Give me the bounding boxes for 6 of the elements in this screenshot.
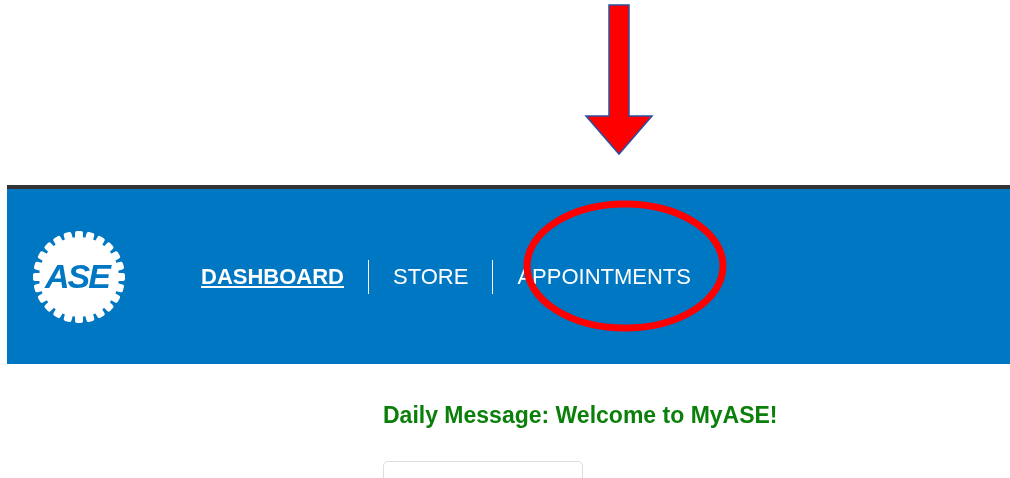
logo-text: ASE: [45, 256, 109, 296]
gear-icon: [31, 228, 127, 325]
down-arrow-icon: [584, 4, 654, 156]
daily-message: Daily Message: Welcome to MyASE!: [383, 402, 779, 429]
nav-link[interactable]: STORE: [369, 263, 493, 290]
nav-link[interactable]: DASHBOARD: [201, 263, 368, 290]
